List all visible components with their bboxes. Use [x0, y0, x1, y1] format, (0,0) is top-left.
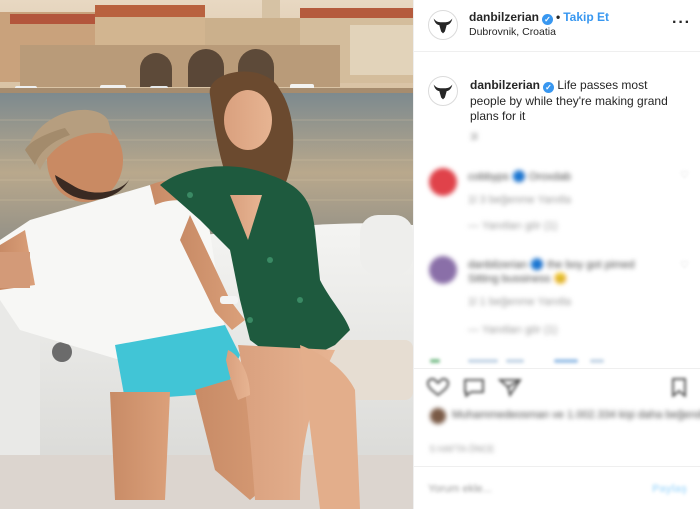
more-options-icon[interactable]: ···	[672, 14, 691, 32]
comment-like-icon[interactable]: ♡	[680, 170, 689, 181]
bull-logo-icon	[433, 84, 453, 100]
likes-section: Muhammedeosman ve 1.002.334 kişi daha be…	[414, 404, 700, 454]
comment-item: cobbyps 🔵 Oroxdab 1l 3 beğenme Yanıtla —…	[414, 162, 700, 242]
comment-meta: 1l 1 beğenme Yanıtla	[468, 296, 571, 308]
post-timestamp: 5 HAFTA ÖNCE	[430, 444, 495, 454]
comment-like-icon[interactable]: ♡	[680, 260, 689, 271]
post-photo[interactable]	[0, 0, 413, 509]
comment-text-continued: Sitting bussiness 😊	[468, 273, 568, 285]
likes-count[interactable]: Muhammedeosman ve 1.002.334 kişi daha be…	[452, 409, 700, 421]
caption-text-block: danbilzerian ✓ Life passes most people by…	[470, 78, 680, 125]
comment-meta: 1l 3 beğenme Yanıtla	[468, 194, 571, 206]
comment-text: danbilzerian 🔵 the boy got pimed	[468, 259, 635, 271]
comment-icon[interactable]	[462, 377, 486, 397]
comment-text: cobbyps 🔵 Oroxdab	[468, 171, 571, 183]
profile-avatar[interactable]	[428, 10, 458, 40]
bookmark-icon[interactable]	[667, 377, 691, 397]
view-replies-link[interactable]: — Yanıtları gör (1)	[468, 220, 557, 232]
post-header: danbilzerian ✓ • Takip Et Dubrovnik, Croati…	[414, 0, 700, 52]
add-comment-bar: Yorum ekle... Paylaş	[414, 466, 700, 509]
post-action-bar	[414, 368, 700, 406]
verified-badge-icon: ✓	[543, 82, 555, 93]
commenter-avatar[interactable]	[429, 256, 457, 284]
post-comment-button[interactable]: Paylaş	[652, 483, 687, 495]
heart-icon[interactable]	[426, 377, 450, 397]
caption-avatar[interactable]	[428, 76, 458, 106]
post-location[interactable]: Dubrovnik, Croatia	[469, 26, 556, 38]
follow-button[interactable]: Takip Et	[563, 10, 609, 24]
next-comment-peek	[414, 355, 700, 367]
post-photo-scene	[0, 0, 413, 509]
verified-badge-icon: ✓	[542, 14, 554, 25]
share-icon[interactable]	[498, 377, 522, 397]
commenter-avatar[interactable]	[429, 168, 457, 196]
post-author-line: danbilzerian ✓ • Takip Et	[469, 10, 609, 25]
post-details-panel: danbilzerian ✓ • Takip Et Dubrovnik, Croati…	[413, 0, 700, 509]
comment-item: danbilzerian 🔵 the boy got pimed Sitting…	[414, 252, 700, 352]
liker-avatar[interactable]	[430, 408, 446, 424]
separator-dot: •	[556, 10, 561, 24]
bull-logo-icon	[433, 18, 453, 34]
post-author-username[interactable]: danbilzerian	[469, 10, 539, 24]
view-replies-link[interactable]: — Yanıtları gör (1)	[468, 324, 557, 336]
caption-username[interactable]: danbilzerian	[470, 78, 540, 92]
comment-input[interactable]: Yorum ekle...	[428, 483, 492, 495]
caption-time: 3l	[470, 132, 478, 143]
